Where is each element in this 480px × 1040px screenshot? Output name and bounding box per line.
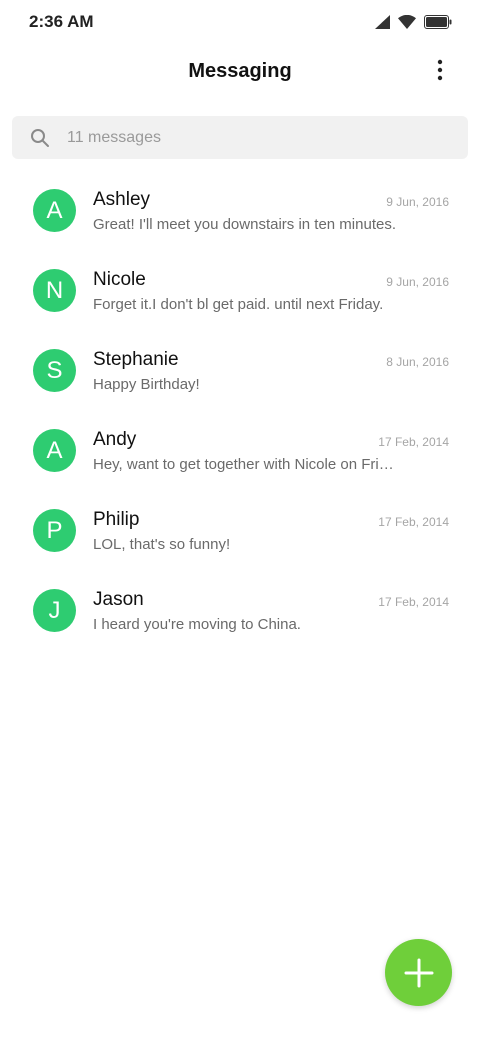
contact-name: Andy <box>93 429 137 450</box>
message-date: 17 Feb, 2014 <box>378 595 449 609</box>
message-preview: I heard you're moving to China. <box>93 616 301 633</box>
conversation-item[interactable]: J Jason 17 Feb, 2014 I heard you're movi… <box>0 572 480 652</box>
message-preview: LOL, that's so funny! <box>93 536 231 553</box>
message-date: 17 Feb, 2014 <box>378 435 449 449</box>
avatar: J <box>33 589 76 632</box>
messaging-screen: 2:36 AM Messaging 11 messages A Ashley 9… <box>0 0 480 1040</box>
avatar: A <box>33 189 76 232</box>
contact-name: Jason <box>93 589 144 610</box>
wifi-icon <box>398 15 416 29</box>
contact-name: Nicole <box>93 269 146 290</box>
battery-icon <box>424 15 452 29</box>
message-preview: Happy Birthday! <box>93 376 200 393</box>
page-title: Messaging <box>188 59 292 82</box>
plus-icon <box>404 958 433 987</box>
contact-name: Stephanie <box>93 349 179 370</box>
signal-icon <box>375 15 390 29</box>
title-bar: Messaging <box>0 44 480 98</box>
status-time: 2:36 AM <box>29 12 94 31</box>
message-date: 17 Feb, 2014 <box>378 515 449 529</box>
more-vertical-icon <box>437 59 443 81</box>
message-date: 8 Jun, 2016 <box>386 355 449 369</box>
avatar: A <box>33 429 76 472</box>
conversation-list: A Ashley 9 Jun, 2016 Great! I'll meet yo… <box>0 172 480 652</box>
conversation-item[interactable]: S Stephanie 8 Jun, 2016 Happy Birthday! <box>0 332 480 412</box>
conversation-item[interactable]: P Philip 17 Feb, 2014 LOL, that's so fun… <box>0 492 480 572</box>
search-icon <box>30 128 50 148</box>
conversation-item[interactable]: A Ashley 9 Jun, 2016 Great! I'll meet yo… <box>0 172 480 252</box>
avatar: P <box>33 509 76 552</box>
search-bar[interactable] <box>12 116 468 159</box>
message-preview: Great! I'll meet you downstairs in ten m… <box>93 216 396 233</box>
new-message-button[interactable] <box>385 939 452 1006</box>
more-options-button[interactable] <box>422 52 458 88</box>
avatar: S <box>33 349 76 392</box>
message-date: 9 Jun, 2016 <box>386 195 449 209</box>
conversation-item[interactable]: N Nicole 9 Jun, 2016 Forget it.I don't b… <box>0 252 480 332</box>
message-date: 9 Jun, 2016 <box>386 275 449 289</box>
search-input[interactable] <box>67 128 427 147</box>
message-preview: Forget it.I don't bl get paid. until nex… <box>93 296 384 313</box>
status-bar: 2:36 AM <box>0 0 480 44</box>
contact-name: Philip <box>93 509 140 530</box>
avatar: N <box>33 269 76 312</box>
conversation-item[interactable]: A Andy 17 Feb, 2014 Hey, want to get tog… <box>0 412 480 492</box>
message-preview: Hey, want to get together with Nicole on… <box>93 456 398 473</box>
status-icons <box>375 15 452 29</box>
contact-name: Ashley <box>93 189 151 210</box>
